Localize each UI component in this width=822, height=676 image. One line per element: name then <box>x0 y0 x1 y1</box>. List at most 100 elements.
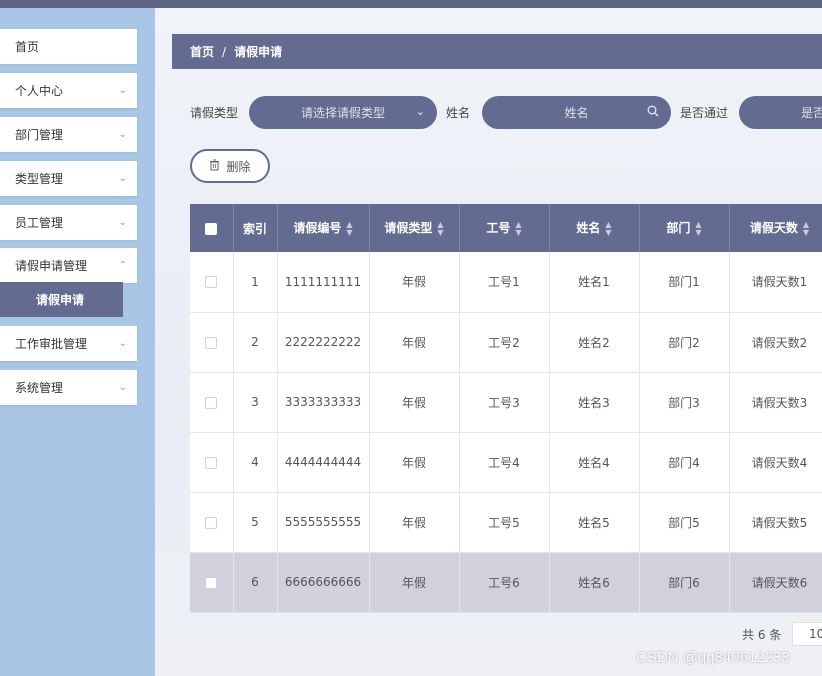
column-header-name[interactable]: 姓名 ▲ ▼ <box>549 204 640 252</box>
sort-icon[interactable]: ▲ ▼ <box>605 220 611 237</box>
chevron-down-icon: ⌄ <box>118 217 127 228</box>
table-cell: 3333333333 <box>277 372 370 433</box>
column-header-leave-type[interactable]: 请假类型 ▲ ▼ <box>369 204 460 252</box>
chevron-down-icon: ⌄ <box>118 382 127 393</box>
column-header-index: 索引 <box>233 204 278 252</box>
page-size-select[interactable]: 10 <box>792 622 822 646</box>
leave-type-select[interactable]: 请选择请假类型 ⌄ <box>249 96 437 129</box>
sidebar-item-department[interactable]: 部门管理 ⌄ <box>0 117 137 152</box>
sidebar-subitem-label: 请假申请 <box>36 293 85 307</box>
table-cell: 年假 <box>369 312 460 373</box>
leave-type-label: 请假类型 <box>190 106 239 120</box>
sidebar-item-label: 请假申请管理 <box>15 259 88 273</box>
name-input[interactable]: 姓名 <box>482 96 671 129</box>
row-select-cell[interactable] <box>190 552 234 613</box>
column-header-leave-days[interactable]: 请假天数 ▲ ▼ <box>729 204 822 252</box>
breadcrumb-separator: / <box>222 44 227 59</box>
main-content: 首页 / 请假申请 请假类型 请选择请假类型 ⌄ 姓名 姓名 是否通过 是否通过… <box>155 8 822 676</box>
table-cell: 请假天数1 <box>729 252 822 313</box>
table-cell: 请假天数5 <box>729 492 822 553</box>
leave-table: 索引 请假编号 ▲ ▼ 请假类型 ▲ ▼ 工号 ▲ ▼ 姓名 ▲ ▼ 部门 ▲ ▼ 请假天数 ▲ ▼ 1… <box>190 204 822 613</box>
row-checkbox[interactable] <box>205 576 218 589</box>
table-cell: 工号2 <box>459 312 550 373</box>
row-select-cell[interactable] <box>190 492 234 553</box>
table-cell: 姓名1 <box>549 252 640 313</box>
table-cell: 请假天数3 <box>729 372 822 433</box>
sidebar-item-employee[interactable]: 员工管理 ⌄ <box>0 205 137 240</box>
table-cell: 部门5 <box>639 492 730 553</box>
sidebar-item-label: 系统管理 <box>15 381 64 395</box>
breadcrumb-current: 请假申请 <box>234 45 283 59</box>
chevron-down-icon: ⌄ <box>118 338 127 349</box>
row-select-cell[interactable] <box>190 432 234 493</box>
table-cell: 4 <box>233 432 278 493</box>
sort-icon[interactable]: ▲ ▼ <box>515 220 521 237</box>
table-row[interactable]: 4 4444444444 年假 工号4 姓名4 部门4 请假天数4 <box>190 432 822 493</box>
page-size-value: 10 <box>809 627 822 641</box>
table-row[interactable]: 2 2222222222 年假 工号2 姓名2 部门2 请假天数2 <box>190 312 822 373</box>
sidebar-item-label: 个人中心 <box>15 84 64 98</box>
sidebar-item-system[interactable]: 系统管理 ⌄ <box>0 370 137 405</box>
chevron-down-icon: ⌄ <box>118 129 127 140</box>
row-checkbox[interactable] <box>205 516 218 529</box>
sidebar-item-personal-center[interactable]: 个人中心 ⌄ <box>0 73 137 108</box>
table-cell: 5555555555 <box>277 492 370 553</box>
name-placeholder: 姓名 <box>564 106 589 120</box>
table-cell: 5 <box>233 492 278 553</box>
table-cell: 年假 <box>369 552 460 613</box>
breadcrumb-home[interactable]: 首页 <box>190 43 214 60</box>
sidebar-subitem-leave-request[interactable]: 请假申请 <box>0 282 123 317</box>
sidebar-item-label: 部门管理 <box>15 128 64 142</box>
delete-label: 删除 <box>226 159 251 174</box>
table-cell: 姓名3 <box>549 372 640 433</box>
table-header-row: 索引 请假编号 ▲ ▼ 请假类型 ▲ ▼ 工号 ▲ ▼ 姓名 ▲ ▼ 部门 ▲ ▼ 请假天数 ▲ ▼ <box>190 204 822 252</box>
table-cell: 姓名5 <box>549 492 640 553</box>
sidebar-item-work-approval[interactable]: 工作审批管理 ⌄ <box>0 326 137 361</box>
table-cell: 6 <box>233 552 278 613</box>
table-row[interactable]: 1 1111111111 年假 工号1 姓名1 部门1 请假天数1 <box>190 252 822 313</box>
table-cell: 年假 <box>369 492 460 553</box>
row-checkbox[interactable] <box>205 456 218 469</box>
row-checkbox[interactable] <box>205 396 218 409</box>
sidebar-item-home[interactable]: 首页 <box>0 29 137 64</box>
table-cell: 姓名6 <box>549 552 640 613</box>
table-cell: 工号5 <box>459 492 550 553</box>
chevron-down-icon: ⌄ <box>118 173 127 184</box>
select-all-checkbox[interactable] <box>205 222 218 235</box>
name-label: 姓名 <box>446 106 471 120</box>
trash-icon <box>209 159 220 174</box>
approved-select[interactable]: 是否通过 <box>739 96 822 129</box>
row-checkbox[interactable] <box>205 276 218 289</box>
table-cell: 姓名2 <box>549 312 640 373</box>
chevron-down-icon: ⌄ <box>118 85 127 96</box>
sidebar-item-label: 工作审批管理 <box>15 337 88 351</box>
table-row[interactable]: 5 5555555555 年假 工号5 姓名5 部门5 请假天数5 <box>190 492 822 553</box>
column-header-department[interactable]: 部门 ▲ ▼ <box>639 204 730 252</box>
column-header-leave-no[interactable]: 请假编号 ▲ ▼ <box>277 204 370 252</box>
sidebar-item-label: 员工管理 <box>15 216 64 230</box>
table-cell: 1 <box>233 252 278 313</box>
row-select-cell[interactable] <box>190 372 234 433</box>
row-select-cell[interactable] <box>190 312 234 373</box>
table-cell: 请假天数4 <box>729 432 822 493</box>
chevron-down-icon: ⌄ <box>415 105 425 118</box>
table-row[interactable]: 3 3333333333 年假 工号3 姓名3 部门3 请假天数3 <box>190 372 822 433</box>
table-cell: 3 <box>233 372 278 433</box>
breadcrumb: 首页 / 请假申请 <box>172 34 822 69</box>
sort-icon[interactable]: ▲ ▼ <box>346 220 352 237</box>
table-row[interactable]: 6 6666666666 年假 工号6 姓名6 部门6 请假天数6 <box>190 552 822 613</box>
row-select-cell[interactable] <box>190 252 234 313</box>
row-checkbox[interactable] <box>205 336 218 349</box>
sidebar-item-type[interactable]: 类型管理 ⌄ <box>0 161 137 196</box>
table-cell: 姓名4 <box>549 432 640 493</box>
sidebar-item-leave-application[interactable]: 请假申请管理 ⌃ <box>0 248 137 283</box>
column-header-employee-no[interactable]: 工号 ▲ ▼ <box>459 204 550 252</box>
select-all-cell[interactable] <box>190 204 234 252</box>
delete-button[interactable]: 删除 <box>190 149 270 183</box>
sort-icon[interactable]: ▲ ▼ <box>695 220 701 237</box>
sort-icon[interactable]: ▲ ▼ <box>803 220 809 237</box>
table-cell: 年假 <box>369 372 460 433</box>
search-icon[interactable] <box>647 105 659 120</box>
top-bar <box>0 0 822 8</box>
sort-icon[interactable]: ▲ ▼ <box>437 220 443 237</box>
